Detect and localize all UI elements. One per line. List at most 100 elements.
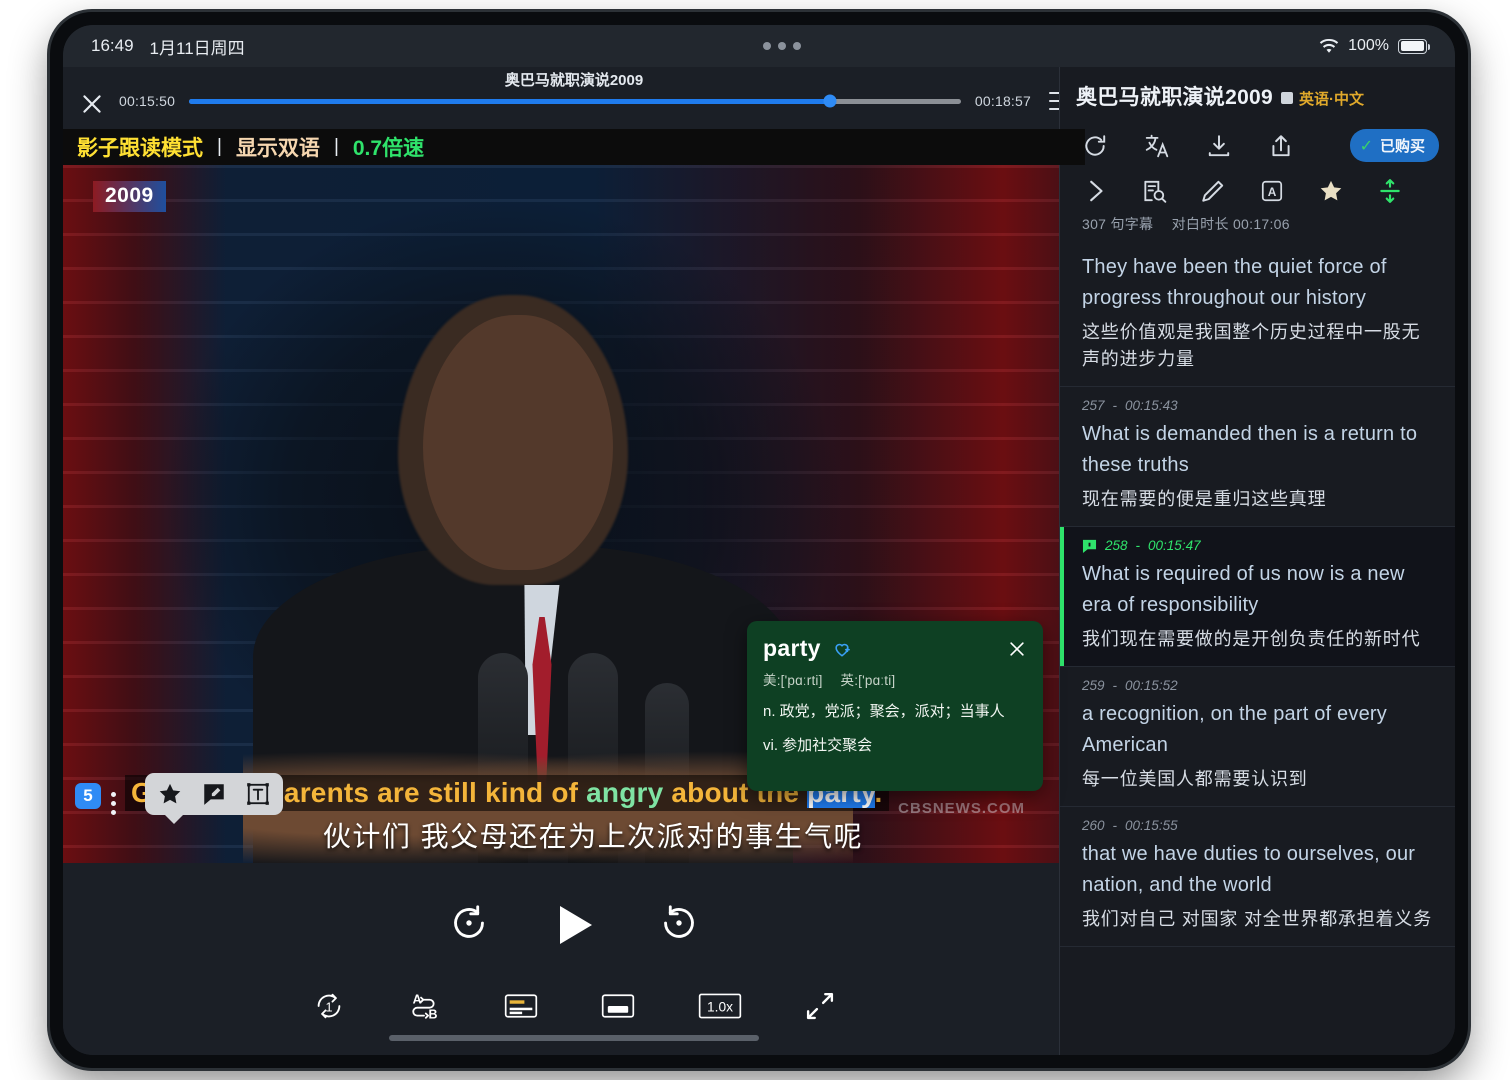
speaker-face (423, 315, 613, 570)
side-title-row: 奥巴马就职演说2009 英语·中文 (1076, 81, 1439, 111)
screen: 16:49 1月11日周四 100% 奥巴马就职演说2009 00:15:50 … (63, 25, 1455, 1055)
download-icon[interactable] (1206, 133, 1232, 159)
list-item-active[interactable]: 258 - 00:15:47 What is required of us no… (1060, 527, 1455, 667)
heart-plus-icon[interactable] (831, 639, 853, 659)
shadow-mode-label[interactable]: 影子跟读模式 (77, 132, 203, 162)
chevron-right-icon[interactable] (1082, 178, 1108, 204)
video-player-pane: 奥巴马就职演说2009 00:15:50 00:18:57 影子跟读模式 | 显… (63, 67, 1085, 1055)
subtitle-meta-line: 307 句字幕 对白时长 00:17:06 (1060, 204, 1455, 246)
dialogue-duration: 对白时长 00:17:06 (1171, 216, 1290, 232)
seek-bar-row: 00:15:50 00:18:57 (119, 93, 1031, 109)
dictionary-word: party (763, 635, 821, 661)
kebab-menu-icon[interactable] (111, 792, 116, 815)
subtitle-english: They have been the quiet force of progre… (1082, 256, 1387, 309)
video-year-badge: 2009 (93, 181, 166, 212)
list-item[interactable]: 260 - 00:15:55 that we have duties to ou… (1060, 807, 1455, 947)
total-time: 00:18:57 (974, 93, 1031, 109)
subtitle-chinese: 这些价值观是我国整个历史过程中一股无声的进步力量 (1082, 322, 1421, 369)
language-chip[interactable]: 英语·中文 (1281, 88, 1364, 109)
share-icon[interactable] (1268, 133, 1294, 159)
pencil-icon[interactable] (1200, 178, 1226, 204)
status-bar-left: 16:49 1月11日周四 (91, 34, 245, 59)
svg-text:A: A (1268, 185, 1277, 199)
subtitle-chinese: 每一位美国人都需要认识到 (1082, 769, 1308, 789)
playback-speed-button[interactable]: 1.0x (698, 992, 742, 1025)
mode-separator: | (333, 136, 339, 157)
translate-box-icon[interactable]: A (1259, 178, 1285, 204)
player-toolbar: 1 A B 1.0x (314, 991, 835, 1026)
subtitle-token-highlight[interactable]: angry (586, 777, 663, 808)
document-search-icon[interactable] (1141, 178, 1167, 204)
subtitle-english: What is demanded then is a return to the… (1082, 423, 1418, 476)
home-indicator (389, 1035, 759, 1041)
translate-icon[interactable] (1144, 133, 1170, 159)
meta-dash: - (1135, 538, 1141, 553)
repeat-one-icon[interactable]: 1 (314, 991, 344, 1026)
status-bar-right: 100% (1319, 37, 1430, 55)
check-icon: ✓ (1359, 137, 1373, 155)
seek-knob[interactable] (823, 94, 837, 108)
close-icon[interactable] (79, 91, 105, 117)
subtitle-english: that we have duties to ourselves, our na… (1082, 843, 1416, 896)
bilingual-mode-label[interactable]: 显示双语 (236, 132, 320, 162)
rewind-5s-icon[interactable] (450, 904, 488, 947)
status-time: 16:49 (91, 36, 134, 55)
dictionary-popup: party 美:['pɑːrti] 英:['pɑːti] n. 政党，党派；聚会… (747, 621, 1043, 791)
fullscreen-icon[interactable] (805, 991, 835, 1026)
list-item[interactable]: They have been the quiet force of progre… (1060, 246, 1455, 387)
battery-icon (1398, 38, 1430, 54)
subtitle-action-toolbar (145, 773, 283, 824)
seek-slider[interactable] (189, 94, 961, 108)
subtitle-chinese: 我们对自己 对国家 对全世界都承担着义务 (1082, 909, 1432, 929)
dictionary-phonetics: 美:['pɑːrti] 英:['pɑːti] (763, 669, 1027, 689)
refresh-icon[interactable] (1082, 133, 1108, 159)
subtitle-number: 258 (1105, 538, 1128, 553)
subtitle-timestamp: 00:15:52 (1125, 678, 1178, 693)
side-panel-title: 奥巴马就职演说2009 (1076, 86, 1274, 109)
wifi-icon (1319, 38, 1339, 54)
tablet-device-frame: 16:49 1月11日周四 100% 奥巴马就职演说2009 00:15:50 … (50, 12, 1468, 1068)
battery-percent: 100% (1348, 37, 1389, 54)
camera-dot (792, 42, 801, 50)
split-divider-icon[interactable] (1377, 178, 1403, 204)
star-icon[interactable] (157, 781, 183, 807)
current-time: 00:15:50 (119, 93, 176, 109)
mode-separator: | (217, 136, 222, 157)
subtitle-english: a recognition, on the part of every Amer… (1082, 703, 1387, 756)
forward-5s-icon[interactable] (660, 904, 698, 947)
note-comment-icon[interactable] (1082, 539, 1097, 553)
ab-loop-icon[interactable]: A B (407, 991, 441, 1026)
subtitle-timestamp: 00:15:47 (1148, 538, 1201, 553)
subtitle-meta: 257 - 00:15:43 (1082, 398, 1437, 413)
single-subtitle-icon[interactable] (601, 993, 635, 1024)
subtitle-meta: 258 - 00:15:47 (1082, 538, 1437, 553)
side-panel-header: 奥巴马就职演说2009 英语·中文 ✓ 已购买 (1060, 67, 1455, 162)
speed-mode-label[interactable]: 0.7倍速 (353, 132, 424, 162)
play-icon[interactable] (550, 899, 598, 951)
subtitle-list[interactable]: They have been the quiet force of progre… (1060, 246, 1455, 1055)
side-panel-tools: A (1060, 162, 1455, 204)
subtitle-index-badge[interactable]: 5 (75, 783, 101, 809)
dual-subtitle-icon[interactable] (504, 993, 538, 1024)
side-panel-actions: ✓ 已购买 (1076, 129, 1439, 162)
comment-edit-icon[interactable] (201, 781, 227, 807)
subtitle-chinese: 现在需要的便是重归这些真理 (1082, 489, 1327, 509)
speed-label: 1.0x (707, 1000, 733, 1015)
svg-text:B: B (428, 1007, 437, 1021)
subtitle-meta: 260 - 00:15:55 (1082, 818, 1437, 833)
subtitle-count: 307 句字幕 (1082, 216, 1154, 232)
ios-status-bar: 16:49 1月11日周四 100% (63, 25, 1455, 67)
list-item[interactable]: 257 - 00:15:43 What is demanded then is … (1060, 387, 1455, 527)
camera-dot (762, 42, 771, 50)
star-icon[interactable] (1318, 178, 1344, 204)
transport-controls (450, 899, 698, 951)
purchased-badge[interactable]: ✓ 已购买 (1349, 129, 1439, 162)
video-frame[interactable]: 2009 CBSNEWS.COM party 美:['pɑːrti] 英:['p… (63, 165, 1085, 863)
list-item[interactable]: 259 - 00:15:52 a recognition, on the par… (1060, 667, 1455, 807)
camera-dots (245, 42, 1319, 50)
close-icon[interactable] (1007, 639, 1027, 659)
text-box-icon[interactable] (245, 781, 271, 807)
subtitle-chinese: 我们现在需要做的是开创负责任的新时代 (1082, 629, 1421, 649)
meta-dash: - (1112, 678, 1118, 693)
player-top-bar: 奥巴马就职演说2009 00:15:50 00:18:57 (63, 67, 1085, 129)
